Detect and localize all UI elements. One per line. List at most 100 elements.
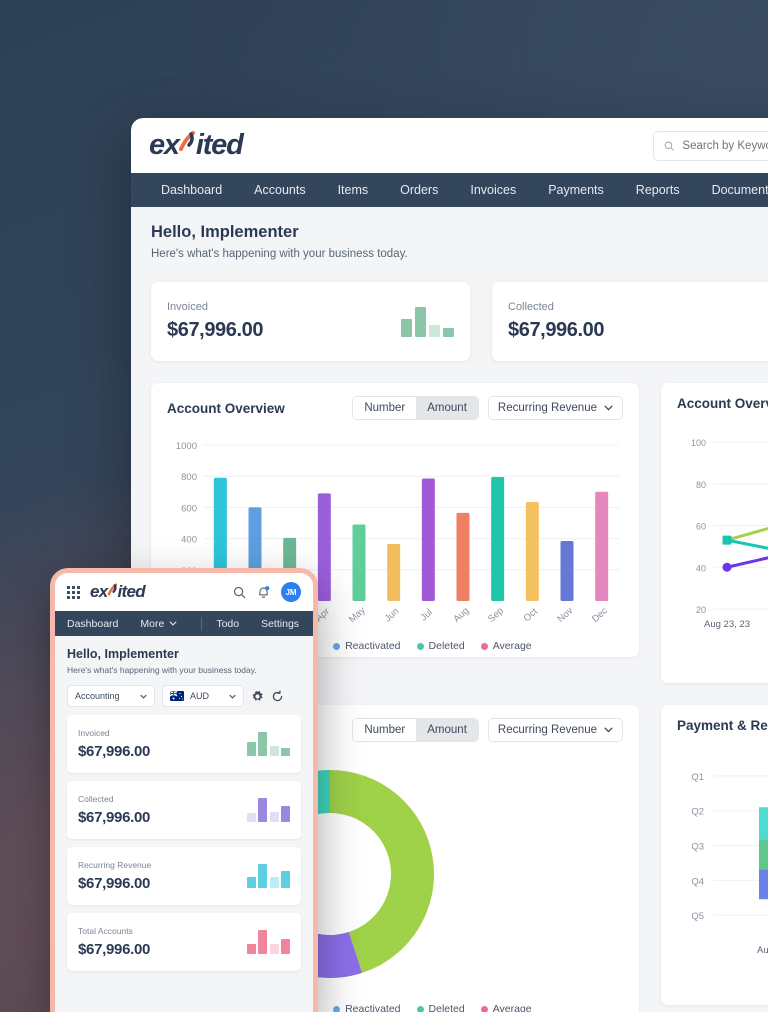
legend-item-deleted[interactable]: Deleted [416,640,465,652]
nav-item-orders[interactable]: Orders [384,183,454,197]
svg-text:Jun: Jun [383,606,402,624]
svg-text:20: 20 [696,605,706,615]
kpi-sparkline [401,306,454,337]
card-sparkline [246,798,290,822]
legend-label: Deleted [428,1003,465,1012]
card-value: $67,996.00 [78,743,151,760]
svg-text:Jul: Jul [418,607,434,623]
legend-item-reactivated[interactable]: Reactivated [333,1003,401,1012]
svg-text:Q4: Q4 [691,876,704,887]
segmented-control[interactable]: Number Amount [352,396,479,420]
mobile-controls: Accounting AUD [67,685,301,707]
segmented-control[interactable]: Number Amount [352,718,479,742]
nav-item-accounts[interactable]: Accounts [238,183,321,197]
panel-account-overview-line: Account Overview 20406080100Aug 23, 23A [661,383,768,683]
mobile-nav-more[interactable]: More [140,618,177,630]
mobile-nav-todo[interactable]: Todo [216,618,239,630]
currency-dropdown[interactable]: AUD [162,685,244,707]
mobile-nav-dashboard[interactable]: Dashboard [67,618,118,630]
svg-text:40: 40 [696,563,706,573]
chevron-down-icon [169,621,177,626]
chevron-down-icon [229,694,236,699]
nav-item-invoices[interactable]: Invoices [454,183,532,197]
nav-item-items[interactable]: Items [322,183,385,197]
refresh-icon[interactable] [271,689,284,703]
logo-text-ited: ited [195,129,244,161]
mobile-nav-more-label: More [140,617,165,630]
mobile-app-logo[interactable]: ex ited [90,582,146,602]
metric-dropdown[interactable]: Recurring Revenue [487,396,623,420]
search-input[interactable] [682,139,768,152]
legend-label: Reactivated [345,1003,401,1012]
search-box[interactable] [653,130,768,161]
metric-dropdown[interactable]: Recurring Revenue [487,718,623,742]
segment-amount[interactable]: Amount [416,397,478,419]
mobile-page-subtitle: Here's what's happening with your busine… [67,665,257,675]
legend-label: Average [492,1003,532,1012]
nav-item-dashboard[interactable]: Dashboard [145,183,238,197]
svg-text:100: 100 [691,438,706,448]
legend-item-average[interactable]: Average [480,640,532,652]
legend-item-average[interactable]: Average [480,1003,532,1012]
line-chart-container: 20406080100Aug 23, 23A [661,424,768,648]
logo-text-ited: ited [117,582,146,601]
segment-number[interactable]: Number [353,397,417,419]
mobile-topbar-actions: JM [233,582,301,602]
chevron-down-icon [604,727,613,733]
svg-text:Sep: Sep [486,605,506,624]
mobile-card-collected[interactable]: Collected $67,996.00 [67,781,301,839]
page-subtitle: Here's what's happening with your busine… [151,248,408,260]
svg-text:600: 600 [181,503,197,514]
bell-icon[interactable] [257,585,270,599]
card-sparkline [246,864,290,888]
svg-text:60: 60 [696,522,706,532]
logo-text-ex: ex [149,129,180,161]
mobile-page-title: Hello, Implementer [67,647,179,661]
mobile-nav: Dashboard More Todo Settings [55,611,313,636]
svg-text:Q3: Q3 [691,842,704,853]
avatar[interactable]: JM [281,582,301,602]
mobile-card-recurring-revenue[interactable]: Recurring Revenue $67,996.00 [67,847,301,905]
search-icon [664,141,674,151]
legend-label: Deleted [428,640,465,652]
card-value: $67,996.00 [78,875,151,892]
search-icon[interactable] [233,586,246,599]
nav-item-payments[interactable]: Payments [532,183,620,197]
card-label: Collected [78,794,114,804]
apps-grid-icon[interactable] [67,585,80,599]
app-logo[interactable]: ex ited [149,129,244,162]
nav-item-documents[interactable]: Documents [696,183,768,197]
svg-text:Q1: Q1 [691,772,704,783]
desktop-topbar: ex ited [131,118,768,173]
metric-dropdown-value: Recurring Revenue [497,402,597,414]
metric-dropdown-value: Recurring Revenue [497,724,597,736]
svg-text:80: 80 [696,480,706,490]
desktop-main-nav: Dashboard Accounts Items Orders Invoices… [131,173,768,207]
segment-amount[interactable]: Amount [416,719,478,741]
svg-text:Aug 23, 23: Aug 23, 23 [704,619,750,630]
card-label: Invoiced [78,728,110,738]
nav-item-reports[interactable]: Reports [620,183,696,197]
segment-number[interactable]: Number [353,719,417,741]
kpi-card-collected[interactable]: Collected $67,996.00 [492,282,768,361]
stacked-bar-container: Q1 Q2 Q3 Q4 Q5 Aug 23, 23 [661,746,768,975]
svg-text:Nov: Nov [555,605,575,625]
kpi-card-invoiced[interactable]: Invoiced $67,996.00 [151,282,470,361]
panel-title: Account Overview [167,400,285,416]
mobile-nav-settings[interactable]: Settings [261,618,299,630]
gear-icon[interactable] [251,690,264,703]
legend-item-reactivated[interactable]: Reactivated [333,640,401,652]
card-sparkline [246,930,290,954]
svg-text:Dec: Dec [590,605,610,625]
mobile-card-total-accounts[interactable]: Total Accounts $67,996.00 [67,913,301,971]
svg-text:Q5: Q5 [691,911,704,922]
page-title: Hello, Implementer [151,223,299,241]
card-sparkline [246,732,290,756]
panel-title: Payment & Refund [677,718,768,733]
kpi-row: Invoiced $67,996.00 Collected $67,996.00 [151,282,768,361]
mobile-card-invoiced[interactable]: Invoiced $67,996.00 [67,715,301,773]
legend-item-deleted[interactable]: Deleted [416,1003,465,1012]
module-dropdown[interactable]: Accounting [67,685,155,707]
panel-header: Account Overview [661,383,768,424]
logo-mark-icon [107,583,118,597]
